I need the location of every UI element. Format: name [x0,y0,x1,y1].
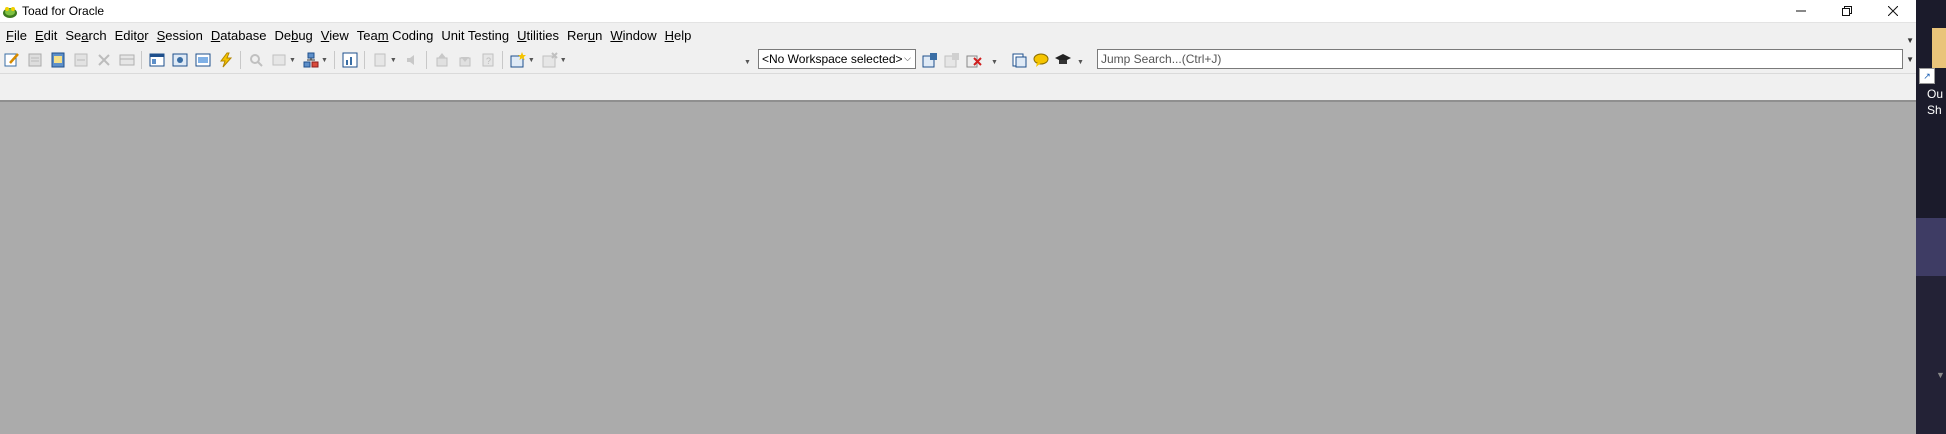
compare-icon [72,51,90,69]
desktop-wallpaper-band [1916,218,1946,276]
chevron-down-icon[interactable]: ▼ [528,57,535,64]
toolbar-separator [333,51,335,69]
minimize-button[interactable] [1778,0,1824,22]
main-toolbar: ▼ ▼ ▼ ? ▼ ▼ ▼ <No Workspace selected> ⌵ … [0,47,1916,74]
desktop-folder-icon[interactable] [1932,28,1946,68]
editor-pencil-icon[interactable] [3,51,21,69]
sql-editor-icon[interactable] [49,51,67,69]
window-list-icon[interactable] [148,51,166,69]
disabled-export-icon [371,51,389,69]
desktop-icon-label: Ou Sh [1927,87,1944,117]
grid-icon [118,51,136,69]
disabled-table-icon [270,51,288,69]
menu-bar: File Edit Search Editor Session Database… [0,22,1916,47]
jump-search-input[interactable]: Jump Search...(Ctrl+J) [1097,49,1903,69]
svg-text:?: ? [486,56,491,66]
lightning-icon[interactable] [217,51,235,69]
window-title: Toad for Oracle [22,4,105,18]
chevron-down-icon[interactable]: ▼ [321,57,328,64]
secondary-toolbar [0,74,1916,102]
toolbar-separator [363,51,365,69]
menu-debug[interactable]: Debug [270,28,316,43]
toolbar-separator [141,51,142,69]
clipboard-icon[interactable] [1010,51,1028,69]
toolbar-separator [425,51,427,69]
menu-session[interactable]: Session [153,28,207,43]
chevron-down-icon[interactable]: ▼ [991,59,998,66]
title-bar: Toad for Oracle [0,0,1916,22]
workspace-select[interactable]: <No Workspace selected> ⌵ [758,49,916,69]
toolbar-overflow-icon[interactable]: ▼ [744,59,751,66]
chevron-down-icon[interactable]: ▼ [1077,59,1084,66]
disabled-download-icon [456,51,474,69]
menu-team-coding[interactable]: Team Coding [353,28,438,43]
schema-browser-icon [26,51,44,69]
menu-unit-testing[interactable]: Unit Testing [437,28,513,43]
toad-logo-icon [2,3,18,19]
disabled-speaker-icon [403,51,421,69]
database-monitor-icon[interactable] [194,51,212,69]
chevron-down-icon: ▼ [389,56,397,64]
disabled-workspace-icon [943,51,961,69]
report-icon[interactable] [341,51,359,69]
chevron-down-icon: ⌵ [904,53,911,63]
mdi-workspace [0,102,1916,434]
disabled-tool-icon [95,51,113,69]
chat-icon[interactable] [1032,51,1050,69]
restore-button[interactable] [1824,0,1870,22]
workspace-save-icon[interactable] [921,51,939,69]
minimize-icon [1796,10,1806,12]
menu-search[interactable]: Search [61,28,110,43]
graduation-cap-icon[interactable] [1054,51,1072,69]
menu-edit[interactable]: Edit [31,28,61,43]
workspace-delete-icon[interactable] [965,51,983,69]
workspace-select-value: <No Workspace selected> [762,52,903,66]
session-browser-icon[interactable] [171,51,189,69]
disabled-find-icon [247,51,265,69]
shortcut-arrow-icon: ↗ [1919,68,1935,84]
restore-icon [1842,6,1852,16]
new-window-star-icon[interactable] [509,51,527,69]
close-button[interactable] [1870,0,1916,22]
menu-help[interactable]: Help [661,28,696,43]
menubar-overflow-icon[interactable]: ▼ [1906,36,1914,45]
toad-window: Toad for Oracle File Edit Search Editor … [0,0,1916,434]
desktop-wallpaper-band [1916,276,1946,434]
menu-file[interactable]: File [2,28,31,43]
menu-view[interactable]: View [317,28,353,43]
disabled-help-icon: ? [479,51,497,69]
menu-editor[interactable]: Editor [111,28,153,43]
disabled-close-icon [541,51,559,69]
disabled-upload-icon [433,51,451,69]
menu-database[interactable]: Database [207,28,271,43]
toolbar-separator [501,51,503,69]
window-controls [1778,0,1916,22]
chevron-down-icon: ▼ [289,56,296,64]
menu-window[interactable]: Window [606,28,660,43]
jump-search-overflow-icon[interactable]: ▼ [1906,55,1914,64]
menu-rerun[interactable]: Rerun [563,28,606,43]
toolbar-separator [240,51,241,69]
scroll-down-icon[interactable]: ▼ [1936,370,1945,380]
menu-utilities[interactable]: Utilities [513,28,563,43]
chevron-down-icon: ▼ [559,56,567,64]
desktop-background: ↗ Ou Sh ▼ [1916,0,1946,434]
close-icon [1888,6,1898,16]
network-icon[interactable] [302,51,320,69]
